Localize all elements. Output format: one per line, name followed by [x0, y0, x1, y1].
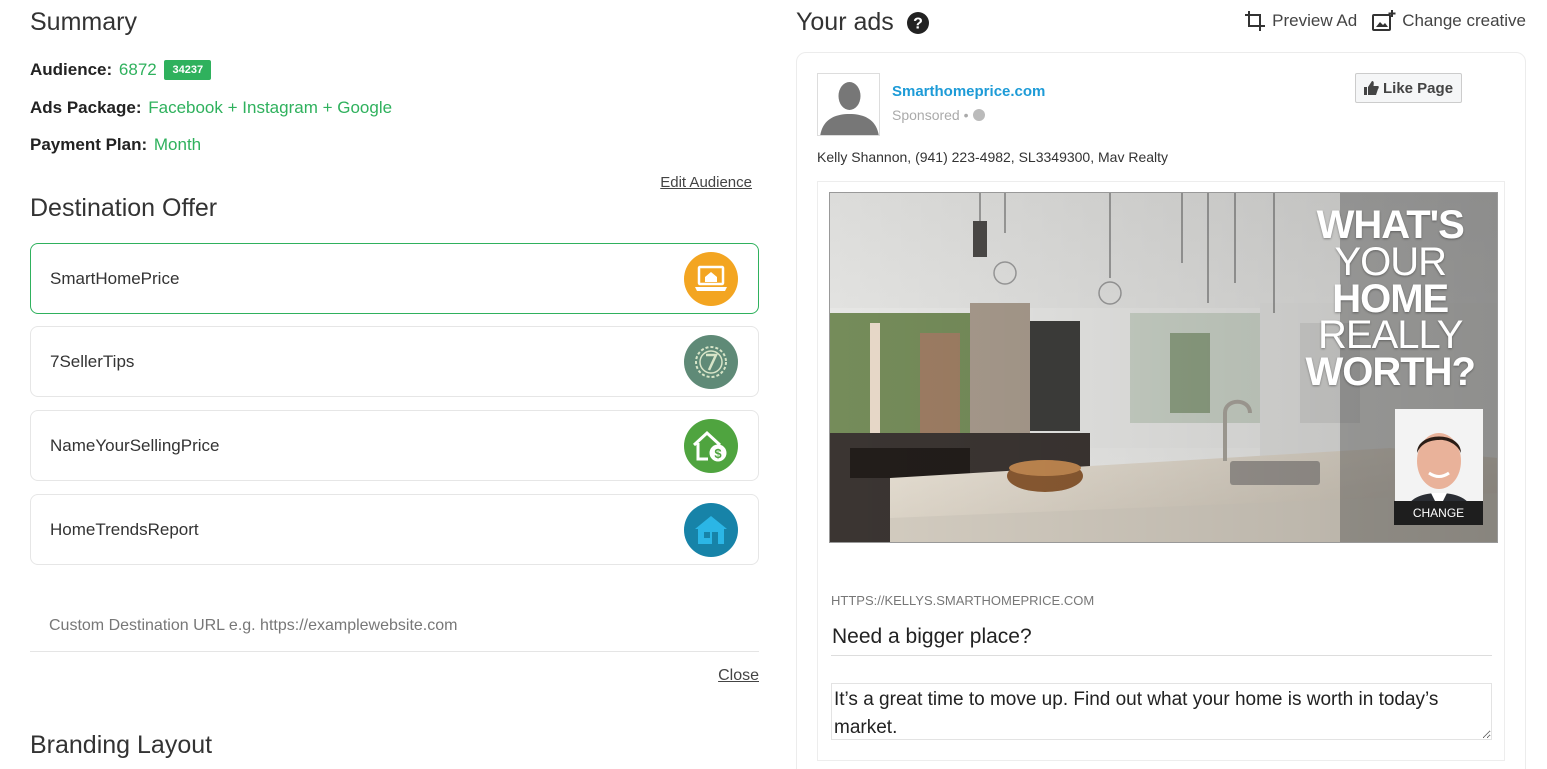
like-page-label: Like Page [1383, 79, 1454, 97]
page-avatar [817, 73, 880, 136]
agent-info-text: Kelly Shannon, (941) 223-4982, SL3349300… [817, 149, 1169, 165]
ad-creative-frame: WHAT'S YOUR HOME REALLY WORTH? CHANGE HT… [817, 181, 1505, 761]
ads-package-row: Ads Package: Facebook + Instagram + Goog… [30, 98, 392, 118]
destination-offer-title: Destination Offer [30, 194, 218, 222]
change-photo-button[interactable]: CHANGE [1394, 501, 1483, 525]
payment-plan-value: Month [153, 135, 202, 154]
ad-preview-card: Smarthomeprice.com Sponsored • Like Page… [796, 52, 1526, 769]
like-page-button[interactable]: Like Page [1355, 73, 1463, 103]
ad-headline-input[interactable] [831, 618, 1492, 656]
laptop-home-icon [684, 251, 738, 306]
help-icon[interactable]: ? [906, 11, 930, 35]
page: Summary Audience: 6872 34237 Ads Package… [0, 0, 1547, 769]
page-name-link[interactable]: Smarthomeprice.com [892, 83, 1045, 100]
summary-title: Summary [30, 8, 137, 36]
audience-value: 6872 [118, 60, 157, 79]
offer-hometrendsreport[interactable]: HomeTrendsReport [30, 494, 759, 565]
ad-display-url: HTTPS://KELLYS.SMARTHOMEPRICE.COM [831, 593, 1095, 608]
close-link[interactable]: Close [718, 667, 759, 685]
crop-icon [1245, 11, 1266, 31]
image-headline-line: REALLY [1318, 313, 1463, 358]
sponsored-text: Sponsored • [892, 107, 969, 123]
your-ads-title: Your ads [796, 8, 894, 36]
custom-destination-url-input[interactable] [30, 600, 759, 652]
offer-7sellertips[interactable]: 7SellerTips [30, 326, 759, 397]
change-creative-button[interactable]: Change creative [1372, 10, 1526, 32]
image-headline-line: YOUR [1334, 239, 1447, 284]
ad-actions: Preview Ad Change creative [1229, 10, 1526, 32]
branding-layout-title: Branding Layout [30, 731, 213, 759]
offer-label: SmartHomePrice [50, 268, 180, 288]
your-ads-header: Your ads ? [796, 8, 930, 37]
svg-text:$: $ [714, 446, 722, 461]
thumbs-up-icon [1364, 81, 1379, 95]
offer-label: 7SellerTips [50, 351, 135, 371]
preview-ad-label: Preview Ad [1272, 11, 1358, 30]
preview-ad-button[interactable]: Preview Ad [1244, 10, 1357, 32]
offer-label: NameYourSellingPrice [50, 435, 220, 455]
payment-plan-row: Payment Plan: Month [30, 135, 201, 155]
offer-nameyoursellingprice[interactable]: NameYourSellingPrice $ [30, 410, 759, 481]
ad-image: WHAT'S YOUR HOME REALLY WORTH? CHANGE [829, 192, 1498, 543]
change-creative-label: Change creative [1402, 11, 1526, 30]
globe-icon [972, 109, 985, 121]
default-avatar-icon [818, 74, 879, 135]
payment-plan-label: Payment Plan: [30, 135, 148, 154]
offer-label: HomeTrendsReport [50, 519, 199, 539]
image-headline: WHAT'S YOUR HOME REALLY WORTH? [1305, 203, 1476, 395]
audience-badge: 34237 [164, 60, 212, 80]
edit-audience-link[interactable]: Edit Audience [660, 174, 752, 191]
ads-package-label: Ads Package: [30, 98, 142, 117]
seven-badge-icon [684, 334, 738, 389]
sponsored-label: Sponsored • [892, 107, 985, 123]
ads-package-value: Facebook + Instagram + Google [148, 98, 393, 117]
add-image-icon [1372, 10, 1396, 31]
image-headline-line: WORTH? [1305, 350, 1476, 395]
audience-row: Audience: 6872 34237 [30, 60, 212, 80]
image-headline-line: WHAT'S [1316, 203, 1465, 247]
svg-text:?: ? [913, 15, 923, 32]
offer-smarthomeprice[interactable]: SmartHomePrice [30, 243, 759, 314]
ad-body-textarea[interactable]: It’s a great time to move up. Find out w… [831, 683, 1492, 740]
audience-label: Audience: [30, 60, 113, 79]
house-icon [684, 502, 738, 557]
image-headline-line: HOME [1332, 276, 1449, 321]
house-dollar-icon: $ [684, 418, 738, 473]
